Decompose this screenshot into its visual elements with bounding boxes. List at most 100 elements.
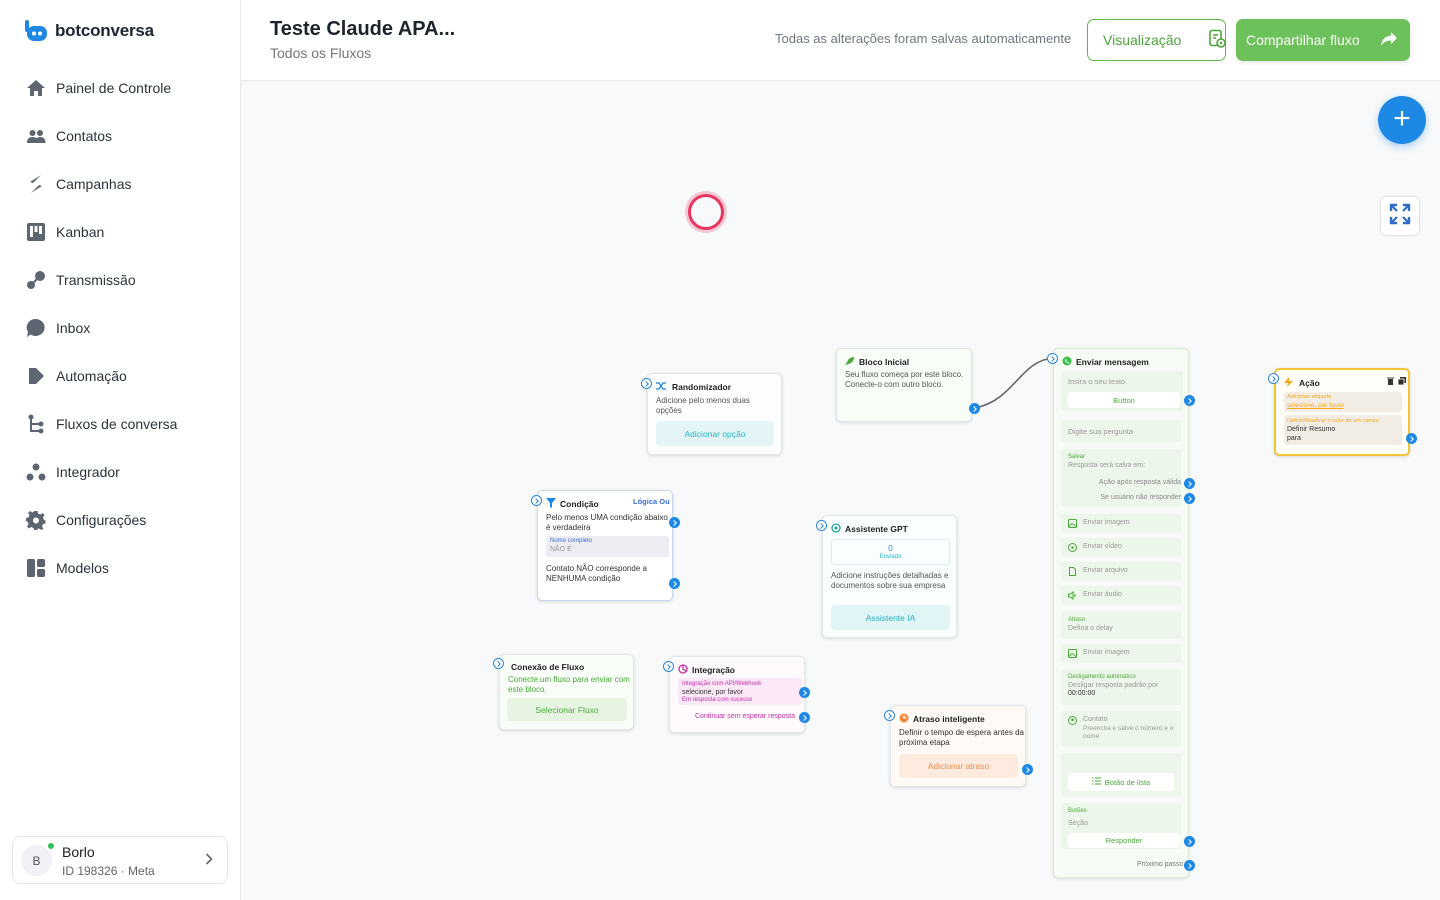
plus-icon: + (1393, 101, 1411, 135)
sent-count: 0 (888, 544, 893, 553)
video-icon (1068, 543, 1077, 554)
node-input-port[interactable] (1047, 353, 1058, 364)
node-title: Condição (560, 499, 599, 509)
trash-icon[interactable] (1387, 377, 1394, 387)
node-input-port[interactable] (816, 520, 827, 531)
buttons-card[interactable]: Botões Seção Responder (1061, 803, 1181, 849)
message-text-card[interactable]: Insira o seu texto Button (1061, 371, 1183, 411)
reply-button[interactable]: Responder (1068, 833, 1180, 848)
send-audio-item[interactable]: Enviar áudio (1061, 586, 1181, 605)
node-output-port[interactable] (1184, 395, 1195, 406)
save-response-card[interactable]: Salvar Resposta será salva em: Ação após… (1061, 449, 1181, 507)
action-node[interactable]: Ação Adicionar etiqueta selecione, por f… (1274, 368, 1410, 456)
node-description: Conecte um fluxo para enviar com este bl… (508, 675, 630, 694)
text-placeholder: Insira o seu texto (1068, 377, 1126, 386)
send-image-item-2[interactable]: Enviar imagem (1061, 644, 1181, 663)
node-description: Pelo menos UMA condição abaixo é verdade… (546, 513, 668, 532)
ai-assistant-button[interactable]: Assistente IA (831, 605, 950, 630)
node-input-port[interactable] (663, 661, 674, 672)
set-field-label: Definir/Atualizar o valor de um campo (1287, 418, 1379, 424)
list-button[interactable]: Botão de lista (1068, 773, 1174, 791)
send-file-item[interactable]: Enviar arquivo (1061, 562, 1181, 581)
clock-icon (899, 713, 909, 725)
list-button-card[interactable]: Botão de lista (1061, 753, 1181, 797)
contact-item[interactable]: Contato Preencha e salve o número e o no… (1061, 711, 1181, 747)
fullscreen-button[interactable] (1380, 196, 1420, 236)
node-title: Bloco Inicial (859, 357, 910, 367)
select-flow-button[interactable]: Selecionar Fluxo (507, 698, 627, 721)
gpt-assistant-node[interactable]: Assistente GPT 0 Enviado Adicione instru… (822, 515, 957, 638)
file-icon (1068, 567, 1077, 578)
save-title: Salvar (1068, 454, 1086, 460)
node-output-port[interactable] (1184, 493, 1195, 504)
auto-off-title: Desligamento automático (1068, 674, 1136, 680)
add-tag-field[interactable]: Adicionar etiqueta selecione, por favor (1284, 392, 1402, 412)
send-file-label: Enviar arquivo (1083, 567, 1128, 574)
condition-node[interactable]: Condição Lógica Ou Pelo menos UMA condiç… (537, 490, 673, 601)
sent-counter: 0 Enviado (831, 539, 950, 565)
node-title: Enviar mensagem (1076, 357, 1149, 367)
node-input-port[interactable] (1268, 373, 1279, 384)
send-video-label: Enviar vídeo (1083, 543, 1122, 550)
smart-delay-node[interactable]: Atraso inteligente Definir o tempo de es… (890, 705, 1026, 787)
node-input-port[interactable] (493, 658, 504, 669)
integration-field[interactable]: Integração com API/Webhook selecione, po… (678, 678, 802, 705)
send-image-item[interactable]: Enviar imagem (1061, 514, 1181, 533)
add-delay-button[interactable]: Adicionar atraso (899, 754, 1018, 778)
section-label: Seção (1068, 820, 1088, 827)
message-button[interactable]: Button (1068, 392, 1180, 408)
node-output-port[interactable] (1184, 478, 1195, 489)
auto-off-item[interactable]: Desligamento automático Desligar respost… (1061, 669, 1181, 705)
no-reply-label: Se usuário não responder (1100, 494, 1181, 501)
randomizer-node[interactable]: Randomizador Adicione pelo menos duas op… (647, 373, 782, 455)
else-description: Contato NÃO corresponde a NENHUMA condiç… (546, 564, 647, 583)
node-description: Definir o tempo de espera antes da próxi… (899, 728, 1024, 747)
node-output-port[interactable] (1406, 433, 1417, 444)
shuffle-icon (656, 381, 666, 393)
rocket-icon (845, 356, 855, 368)
node-output-port[interactable] (969, 403, 980, 414)
expand-icon (1389, 203, 1411, 230)
field-value: NÃO É (550, 546, 572, 553)
filter-icon (546, 498, 556, 510)
contact-description: Preencha e salve o número e o nome (1083, 725, 1174, 741)
node-output-port[interactable] (1184, 836, 1195, 847)
node-input-port[interactable] (641, 378, 652, 389)
send-message-node[interactable]: Enviar mensagem Insira o seu texto Butto… (1053, 348, 1189, 878)
send-video-item[interactable]: Enviar vídeo (1061, 538, 1181, 557)
delay-description: Defina o delay (1068, 625, 1113, 632)
add-block-button[interactable]: + (1378, 96, 1426, 144)
delay-item[interactable]: Atraso Defina o delay (1061, 611, 1181, 639)
start-block-node[interactable]: Bloco Inicial Seu fluxo começa por este … (836, 348, 972, 422)
send-audio-label: Enviar áudio (1083, 591, 1122, 598)
node-output-port[interactable] (1184, 860, 1195, 871)
set-field-value: Definir Resumo (1287, 426, 1336, 433)
node-description: Seu fluxo começa por este bloco. Conecte… (845, 370, 964, 389)
node-input-port[interactable] (531, 495, 542, 506)
condition-field[interactable]: Nome completo NÃO É (546, 536, 669, 557)
node-title: Integração (692, 665, 735, 675)
copy-icon[interactable] (1397, 377, 1406, 387)
continue-label: Continuar sem esperar resposta (695, 713, 795, 720)
flow-connection-node[interactable]: Conexão de Fluxo Conecte um fluxo para e… (499, 654, 634, 730)
openai-icon (831, 523, 841, 535)
contact-icon (1068, 716, 1077, 727)
question-field[interactable]: Digite sua pergunta (1061, 420, 1181, 442)
next-step-label: Próximo passo (1137, 861, 1184, 868)
node-title: Conexão de Fluxo (511, 662, 585, 672)
connection-edge[interactable] (974, 357, 1055, 409)
node-output-port[interactable] (669, 578, 680, 589)
node-input-port[interactable] (884, 710, 895, 721)
node-output-port[interactable] (1022, 764, 1033, 775)
set-field-card[interactable]: Definir/Atualizar o valor de um campo De… (1284, 415, 1402, 445)
node-output-port[interactable] (669, 517, 680, 528)
node-output-port[interactable] (799, 687, 810, 698)
send-image-label: Enviar imagem (1083, 519, 1130, 526)
add-option-button[interactable]: Adicionar opção (656, 421, 774, 446)
integration-node[interactable]: Integração Integração com API/Webhook se… (669, 656, 805, 733)
field-label: Nome completo (550, 538, 593, 544)
logic-badge[interactable]: Lógica Ou (633, 497, 670, 506)
auto-off-time: 00:00:00 (1068, 690, 1096, 697)
image-icon (1068, 649, 1077, 660)
node-output-port[interactable] (799, 712, 810, 723)
